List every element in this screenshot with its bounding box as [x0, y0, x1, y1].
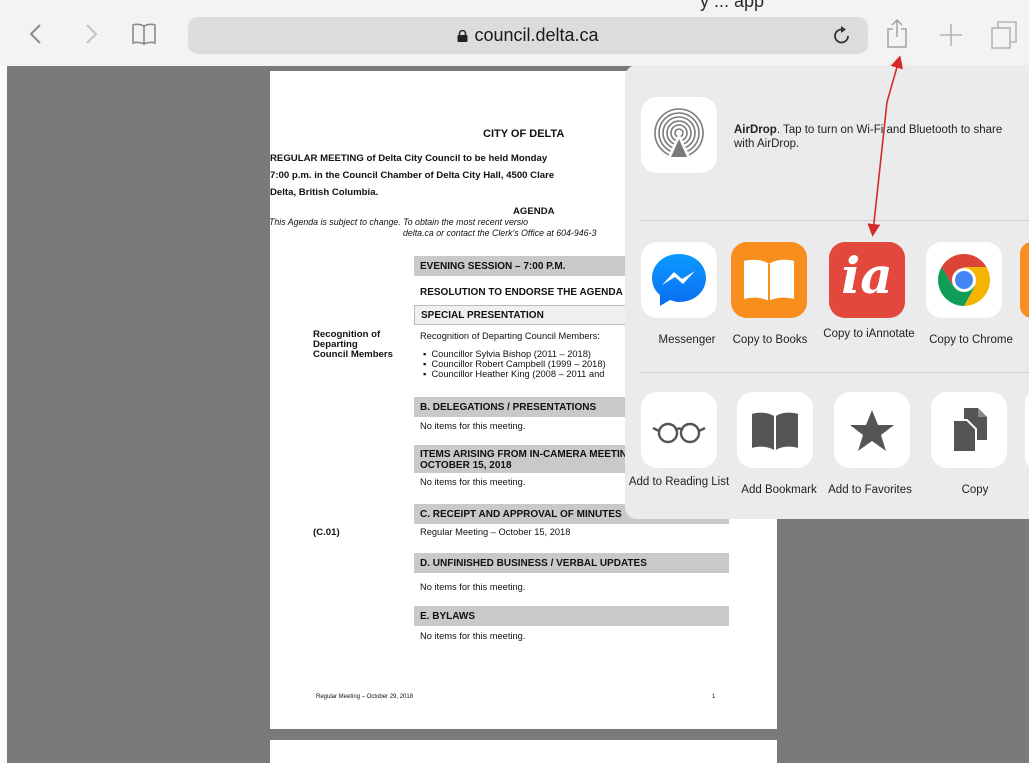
bylaws-heading: E. BYLAWS — [420, 611, 476, 622]
share-action-label: Add to Favorites — [828, 484, 912, 496]
iannotate-icon: ia — [829, 242, 905, 318]
share-action-bookmark[interactable]: Add Bookmark — [729, 392, 821, 512]
new-tab-icon[interactable] — [939, 23, 963, 47]
agenda-note-2: delta.ca or contact the Clerk's Office a… — [403, 228, 597, 238]
agenda-note-1: This Agenda is subject to change. To obt… — [270, 217, 529, 227]
footer-page-number: 1 — [712, 694, 716, 700]
share-app-books[interactable]: Copy to Books — [729, 242, 821, 362]
recognition-intro: Recognition of Departing Council Members… — [420, 331, 600, 341]
forward-icon[interactable] — [83, 22, 99, 46]
councillor-3: ▪ Councillor Heather King (2008 – 2011 a… — [423, 369, 605, 379]
share-action-copy[interactable]: Copy — [921, 392, 1013, 512]
items-arising-heading-1: ITEMS ARISING FROM IN-CAMERA MEETIN — [420, 449, 628, 460]
reload-icon[interactable] — [833, 25, 851, 45]
url-text: council.delta.ca — [474, 25, 599, 45]
back-icon[interactable] — [28, 22, 44, 46]
address-bar[interactable]: council.delta.ca — [188, 17, 868, 54]
share-app-messenger[interactable]: Messenger — [633, 242, 725, 362]
no-items-2: No items for this meeting. — [420, 477, 526, 487]
bookmarks-icon[interactable] — [131, 22, 157, 46]
receipt-minutes-heading: C. RECEIPT AND APPROVAL OF MINUTES — [420, 509, 622, 520]
c01-text: Regular Meeting – October 15, 2018 — [420, 527, 571, 537]
special-presentation-heading: SPECIAL PRESENTATION — [421, 310, 544, 321]
books-icon — [731, 242, 807, 318]
no-items-4: No items for this meeting. — [420, 631, 526, 641]
airdrop-description: AirDrop. Tap to turn on Wi-Fi and Blueto… — [734, 124, 1003, 150]
evening-session-heading: EVENING SESSION – 7:00 P.M. — [420, 261, 566, 272]
share-icon[interactable] — [886, 18, 908, 48]
share-action-label: Add to Reading List — [628, 476, 730, 488]
intro-line-2: 7:00 p.m. in the Council Chamber of Delt… — [270, 170, 555, 181]
next-action-edge[interactable] — [1025, 392, 1029, 468]
messenger-icon — [641, 242, 717, 318]
bookmark-icon — [737, 392, 813, 468]
share-sheet: AirDrop. Tap to turn on Wi-Fi and Blueto… — [625, 65, 1029, 519]
share-app-iannotate[interactable]: ia Copy to iAnnotate — [823, 242, 915, 362]
top-caption: y ... app — [700, 0, 765, 11]
unfinished-business-bar: D. UNFINISHED BUSINESS / VERBAL UPDATES — [414, 553, 729, 573]
intro-line-3: Delta, British Columbia. — [270, 187, 379, 198]
no-items-1: No items for this meeting. — [420, 421, 526, 431]
browser-toolbar: y ... app council.delta.ca — [0, 0, 1029, 66]
share-divider-1 — [639, 220, 1029, 221]
airdrop-button[interactable] — [641, 97, 717, 173]
tabs-overview-icon[interactable] — [991, 21, 1017, 49]
agenda-heading: AGENDA — [513, 206, 555, 217]
share-action-label: Copy — [961, 484, 989, 496]
next-app-edge[interactable] — [1020, 242, 1029, 318]
share-action-reading-list[interactable]: Add to Reading List — [629, 392, 729, 512]
recognition-label: Recognition of Departing Council Members — [313, 329, 393, 360]
share-app-label: Copy to iAnnotate — [823, 328, 915, 340]
left-edge — [0, 66, 7, 763]
items-arising-heading-2: OCTOBER 15, 2018 — [420, 460, 512, 471]
pdf-page-next — [270, 740, 777, 763]
share-action-favorites[interactable]: Add to Favorites — [825, 392, 917, 512]
councillor-2: ▪ Councillor Robert Campbell (1999 – 201… — [423, 359, 606, 369]
airdrop-icon — [654, 108, 704, 159]
councillor-1: ▪ Councillor Sylvia Bishop (2011 – 2018) — [423, 349, 591, 359]
document-title: CITY OF DELTA — [483, 128, 565, 140]
share-divider-2 — [639, 372, 1029, 373]
unfinished-business-heading: D. UNFINISHED BUSINESS / VERBAL UPDATES — [420, 558, 647, 569]
copy-icon — [931, 392, 1007, 468]
resolution-heading: RESOLUTION TO ENDORSE THE AGENDA — [420, 287, 623, 298]
chrome-icon — [926, 242, 1002, 318]
share-app-label: Copy to Books — [732, 334, 808, 346]
intro-line-1: REGULAR MEETING of Delta City Council to… — [270, 153, 548, 164]
no-items-3: No items for this meeting. — [420, 582, 526, 592]
lock-icon — [457, 30, 468, 42]
reading-list-icon — [641, 392, 717, 468]
c01-label: (C.01) — [313, 527, 340, 538]
share-app-label: Copy to Chrome — [929, 334, 1013, 346]
star-icon — [834, 392, 910, 468]
bylaws-bar: E. BYLAWS — [414, 606, 729, 626]
footer-left: Regular Meeting – October 29, 2018 — [316, 694, 414, 700]
share-app-chrome[interactable]: Copy to Chrome — [917, 242, 1013, 362]
delegations-heading: B. DELEGATIONS / PRESENTATIONS — [420, 402, 597, 413]
